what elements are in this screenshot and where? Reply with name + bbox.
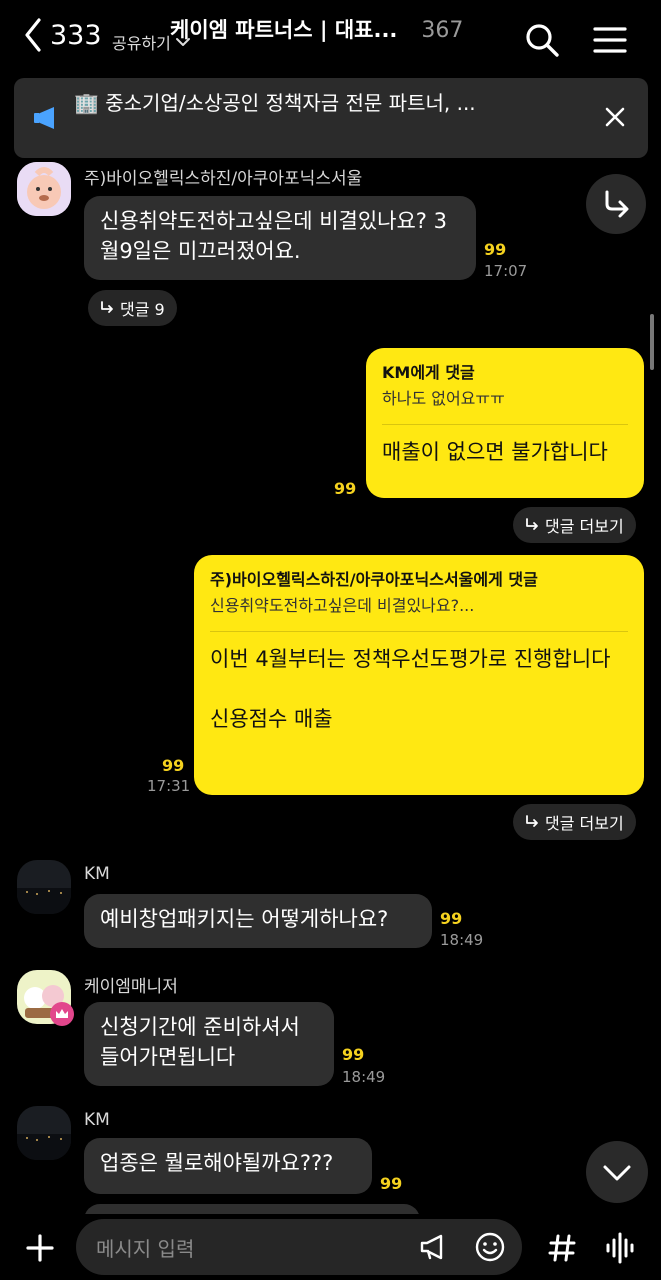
menu-icon[interactable] xyxy=(592,22,628,58)
sender-name: 케이엠매니저 xyxy=(84,977,178,997)
message-text: 이번 4월부터는 정책우선도평가로 진행합니다 신용점수 매출 xyxy=(210,647,611,731)
quoted-text: 신용취약도전하고싶은데 비결있나요?... xyxy=(210,596,475,615)
scroll-to-bottom-button[interactable] xyxy=(586,1141,648,1203)
hashtag-icon[interactable] xyxy=(542,1228,582,1268)
divider xyxy=(210,631,628,632)
divider xyxy=(382,424,628,425)
reply-count-label: 댓글 9 xyxy=(120,300,165,319)
message-input-placeholder: 메시지 입력 xyxy=(96,1237,195,1261)
close-icon[interactable] xyxy=(604,106,626,128)
forward-icon xyxy=(605,190,629,218)
share-label: 공유하기 xyxy=(112,34,171,53)
avatar[interactable] xyxy=(17,860,71,914)
unread-count: 99 xyxy=(440,909,463,928)
search-icon[interactable] xyxy=(524,22,560,58)
unread-count: 99 xyxy=(334,479,357,498)
message-bubble[interactable]: 신용취약도전하고싶은데 비결있나요? 3월9일은 미끄러졌어요. xyxy=(84,196,476,280)
more-replies-button[interactable]: 댓글 더보기 xyxy=(513,507,636,543)
chevron-down-icon xyxy=(603,1165,631,1181)
more-replies-label: 댓글 더보기 xyxy=(545,517,624,536)
message-bubble[interactable]: 예비창업패키지는 어떻게하나요? xyxy=(84,894,432,948)
voice-waveform-icon[interactable] xyxy=(600,1228,640,1268)
message-time: 17:31 xyxy=(147,777,191,795)
unread-count: 99 xyxy=(380,1174,403,1193)
unread-count: 99 xyxy=(162,756,185,775)
message-time: 18:49 xyxy=(440,931,484,949)
my-reply-bubble[interactable]: KM에게 댓글 하나도 없어요ㅠㅠ 매출이 없으면 불가합니다 xyxy=(366,348,644,498)
reply-to-label: 주)바이오헬릭스하진/아쿠아포닉스서울에게 댓글 xyxy=(210,570,538,589)
avatar[interactable] xyxy=(17,162,71,216)
plus-icon[interactable] xyxy=(18,1226,62,1270)
pinned-notice[interactable]: 🏢 중소기업/소상공인 정책자금 전문 파트너, ... xyxy=(14,78,648,158)
avatar-character-icon xyxy=(17,162,71,216)
emoji-icon[interactable] xyxy=(470,1227,510,1267)
my-reply-bubble[interactable]: 주)바이오헬릭스하진/아쿠아포닉스서울에게 댓글 신용취약도전하고싶은데 비결있… xyxy=(194,555,644,795)
message-text: 업종은 뭘로해야될까요??? xyxy=(100,1151,334,1175)
avatar[interactable] xyxy=(17,1106,71,1160)
chevron-down-icon xyxy=(175,38,190,46)
message-time: 17:07 xyxy=(484,262,528,280)
night-city-photo-icon xyxy=(17,860,71,914)
message-input[interactable]: 메시지 입력 xyxy=(76,1219,522,1275)
more-replies-label: 댓글 더보기 xyxy=(545,814,624,833)
sender-name: KM xyxy=(84,1110,110,1130)
reply-arrow-icon xyxy=(526,815,538,827)
message-text: 매출이 없으면 불가합니다 xyxy=(382,440,608,464)
message-input-bar: 메시지 입력 xyxy=(0,1214,661,1280)
member-count: 367 xyxy=(421,18,464,43)
notice-text: 🏢 중소기업/소상공인 정책자금 전문 파트너, ... xyxy=(74,91,476,115)
chevron-left-icon xyxy=(25,18,41,52)
message-bubble[interactable]: 업종은 뭘로해야될까요??? xyxy=(84,1138,372,1194)
reply-count-button[interactable]: 댓글 9 xyxy=(88,290,177,326)
message-text: 예비창업패키지는 어떻게하나요? xyxy=(100,907,389,931)
forward-button[interactable] xyxy=(586,174,646,234)
quoted-text: 하나도 없어요ㅠㅠ xyxy=(382,389,505,408)
reply-to-label: KM에게 댓글 xyxy=(382,363,475,382)
back-button[interactable]: 333 xyxy=(24,18,102,52)
message-text: 신용취약도전하고싶은데 비결있나요? 3월9일은 미끄러졌어요. xyxy=(100,209,447,263)
chat-title-area[interactable]: 케이엠 파트너스 | 대표... 367 xyxy=(170,14,490,44)
sender-name: KM xyxy=(84,864,110,884)
sender-name: 주)바이오헬릭스하진/아쿠아포닉스서울 xyxy=(84,169,363,189)
unread-count: 99 xyxy=(484,240,507,259)
chat-title: 케이엠 파트너스 | 대표... xyxy=(170,18,398,42)
crown-badge-icon xyxy=(50,1002,74,1026)
megaphone-outline-icon[interactable] xyxy=(414,1227,454,1267)
message-time: 18:49 xyxy=(342,1068,386,1086)
unread-count: 99 xyxy=(342,1045,365,1064)
megaphone-icon xyxy=(34,107,54,129)
chat-header: 333 케이엠 파트너스 | 대표... 367 공유하기 xyxy=(0,0,661,78)
scrollbar[interactable] xyxy=(650,314,654,370)
share-dropdown[interactable]: 공유하기 xyxy=(112,30,191,54)
more-replies-button[interactable]: 댓글 더보기 xyxy=(513,804,636,840)
message-text: 신청기간에 준비하셔서 들어가면됩니다 xyxy=(100,1015,300,1069)
message-bubble[interactable]: 신청기간에 준비하셔서 들어가면됩니다 xyxy=(84,1002,334,1086)
night-city-photo-icon xyxy=(17,1106,71,1160)
reply-arrow-icon xyxy=(526,518,538,530)
unread-chats-count: 333 xyxy=(50,19,102,51)
reply-arrow-icon xyxy=(101,301,113,313)
